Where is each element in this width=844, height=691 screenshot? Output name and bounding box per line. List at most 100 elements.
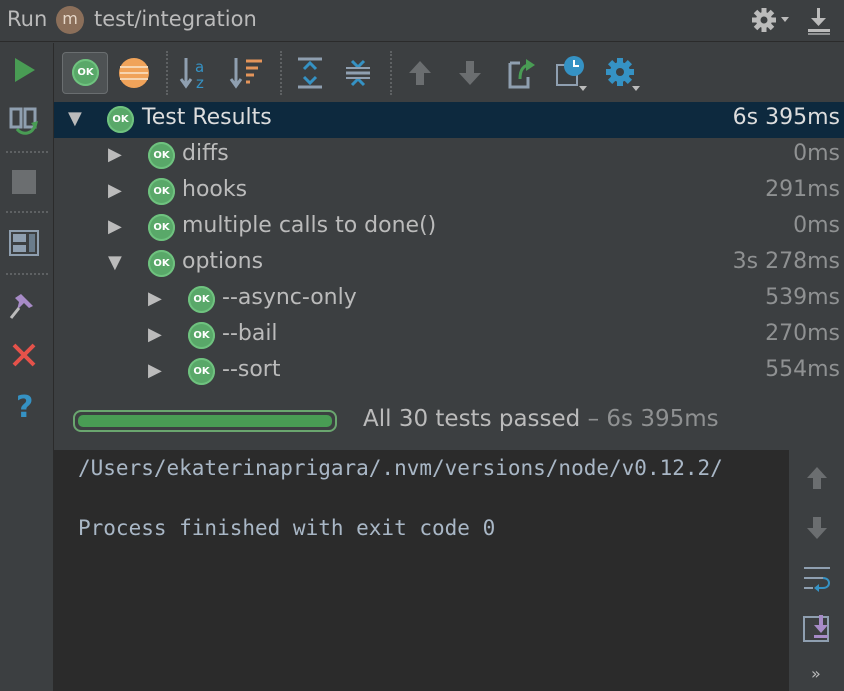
chevron-right-icon[interactable]: ▶: [148, 324, 170, 348]
chevron-right-icon[interactable]: ▶: [148, 360, 170, 384]
pin-icon: [9, 294, 33, 319]
tree-row-duration: 539ms: [765, 285, 840, 310]
progress-fill: [78, 415, 332, 427]
rerun-failed-button[interactable]: [7, 103, 41, 137]
sort-by-duration-button[interactable]: [226, 53, 266, 93]
scroll-up-button[interactable]: [801, 462, 833, 494]
play-icon: [15, 58, 35, 82]
chevron-right-icon[interactable]: ▶: [108, 216, 130, 240]
tree-row[interactable]: ▶ OK diffs 0ms: [54, 138, 844, 174]
download-tray-icon: [808, 8, 830, 35]
tree-row-label: --async-only: [222, 285, 357, 310]
pin-tab-button[interactable]: [7, 288, 41, 322]
svg-text:?: ?: [16, 390, 33, 422]
console-line: Process finished with exit code 0: [78, 516, 496, 540]
close-button[interactable]: [7, 338, 41, 372]
test-toolbar: OK a z: [54, 43, 844, 103]
sort-alpha-icon: a z: [179, 58, 204, 92]
show-ignored-toggle[interactable]: [116, 53, 156, 93]
next-failed-button[interactable]: [450, 53, 490, 93]
settings-menu-button[interactable]: [750, 5, 792, 35]
chevron-down-icon[interactable]: ▼: [68, 108, 90, 132]
tree-row-duration: 3s 278ms: [732, 249, 840, 274]
tree-row-label: --sort: [222, 357, 281, 382]
rerun-button[interactable]: [7, 53, 41, 87]
ok-icon: OK: [188, 358, 215, 385]
config-name: test/integration: [94, 7, 257, 31]
test-settings-button[interactable]: [602, 53, 642, 93]
rerun-failed-icon: [9, 107, 38, 135]
ok-icon: OK: [72, 59, 99, 86]
tree-row-label: options: [182, 249, 264, 274]
sort-duration-icon: [229, 58, 262, 89]
tree-row-duration: 291ms: [765, 177, 840, 202]
previous-failed-button[interactable]: [400, 53, 440, 93]
progress-bar: [73, 410, 337, 432]
tree-row[interactable]: ▶ OK --async-only 539ms: [54, 282, 844, 318]
export-results-button[interactable]: [500, 53, 540, 93]
settings-gear-icon: [606, 58, 640, 91]
ok-icon: OK: [148, 214, 175, 241]
console-line: /Users/ekaterinaprigara/.nvm/versions/no…: [78, 456, 723, 480]
arrow-up-icon: [807, 467, 827, 489]
arrow-down-icon: [459, 61, 481, 85]
chevron-down-icon[interactable]: ▼: [108, 252, 130, 276]
scroll-down-button[interactable]: [801, 512, 833, 544]
arrow-down-icon: [807, 517, 827, 539]
tree-row[interactable]: ▶ OK --sort 554ms: [54, 354, 844, 390]
chevron-right-icon[interactable]: ▶: [108, 180, 130, 204]
scroll-to-end-button[interactable]: [801, 612, 833, 644]
ok-icon: OK: [107, 106, 134, 133]
expand-all-button[interactable]: [290, 53, 330, 93]
title-bar: Run m test/integration: [0, 0, 844, 42]
tree-row-duration: 0ms: [793, 213, 840, 238]
ok-icon: OK: [188, 286, 215, 313]
stop-button[interactable]: [7, 165, 41, 199]
collapse-all-icon: [346, 59, 370, 87]
export-icon: [508, 59, 535, 89]
restore-layout-button[interactable]: [7, 226, 41, 260]
more-actions-icon[interactable]: »: [811, 664, 821, 683]
test-tree: ▼ OK Test Results 6s 395ms ▶ OK diffs 0m…: [54, 102, 844, 390]
svg-text:z: z: [196, 74, 204, 92]
module-badge: m: [56, 6, 84, 34]
tree-row-label: hooks: [182, 177, 248, 202]
sort-alphabetically-button[interactable]: a z: [176, 53, 216, 93]
soft-wrap-button[interactable]: [801, 562, 833, 594]
ok-icon: OK: [148, 250, 175, 277]
run-label: Run: [7, 7, 48, 31]
ignored-icon: [119, 58, 149, 88]
close-icon: [12, 343, 36, 367]
show-passed-toggle[interactable]: OK: [62, 52, 108, 94]
scroll-to-end-icon: [803, 615, 829, 642]
chevron-right-icon[interactable]: ▶: [148, 288, 170, 312]
help-button[interactable]: ?: [7, 388, 41, 425]
expand-all-icon: [298, 57, 322, 89]
tree-row-duration: 6s 395ms: [732, 105, 840, 130]
tree-row-label: --bail: [222, 321, 278, 346]
history-icon: [556, 56, 587, 91]
collapse-all-button[interactable]: [338, 53, 378, 93]
tree-row-root[interactable]: ▼ OK Test Results 6s 395ms: [54, 102, 844, 138]
chevron-right-icon[interactable]: ▶: [108, 144, 130, 168]
tree-row-duration: 270ms: [765, 321, 840, 346]
console-output[interactable]: /Users/ekaterinaprigara/.nvm/versions/no…: [54, 450, 788, 691]
status-text: All 30 tests passed: [363, 406, 581, 432]
tree-row-duration: 554ms: [765, 357, 840, 382]
ok-icon: OK: [148, 142, 175, 169]
tree-row-duration: 0ms: [793, 141, 840, 166]
test-status: All 30 tests passed – 6s 395ms: [363, 406, 719, 432]
ok-icon: OK: [148, 178, 175, 205]
hide-panel-button[interactable]: [802, 4, 836, 38]
tree-row-label: Test Results: [142, 105, 272, 130]
help-icon: ?: [16, 390, 33, 425]
tree-row[interactable]: ▶ OK hooks 291ms: [54, 174, 844, 210]
left-toolbar: ?: [0, 43, 54, 691]
ok-icon: OK: [188, 322, 215, 349]
tree-row[interactable]: ▶ OK --bail 270ms: [54, 318, 844, 354]
console-toolbar: »: [788, 450, 844, 691]
test-history-button[interactable]: [552, 53, 592, 93]
arrow-up-icon: [409, 61, 431, 85]
tree-row[interactable]: ▼ OK options 3s 278ms: [54, 246, 844, 282]
tree-row[interactable]: ▶ OK multiple calls to done() 0ms: [54, 210, 844, 246]
